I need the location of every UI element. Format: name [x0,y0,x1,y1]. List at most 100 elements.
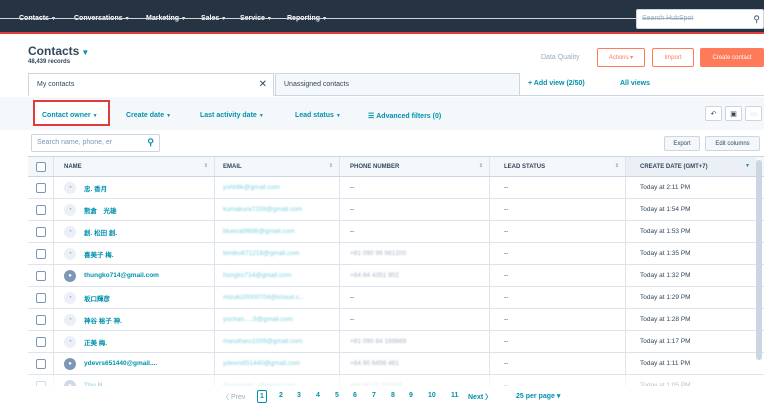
undo-icon[interactable]: ↶ [705,106,722,121]
lead-status-cell[interactable]: -- [490,265,626,286]
table-scrollbar[interactable] [756,160,762,360]
last-activity-filter[interactable]: Last activity date ▼ [200,112,264,119]
create-date-filter[interactable]: Create date ▼ [126,112,171,119]
copy-icon[interactable]: ▣ [725,106,742,121]
row-checkbox[interactable] [35,204,46,215]
phone-cell[interactable]: +81 090 84 169869 [340,331,490,352]
page-7[interactable]: 7 [372,392,376,399]
header-lead-status[interactable]: LEAD STATUS ⇕ [490,157,626,176]
name-cell[interactable]: ◔ 忠. 香月 [54,177,215,198]
table-search-input[interactable]: Search name, phone, er ⚲ [31,134,160,152]
row-checkbox[interactable] [35,182,46,193]
row-checkbox[interactable] [35,336,46,347]
phone-cell[interactable]: -- [340,287,490,308]
phone-cell[interactable]: +84 90 6456 461 [340,353,490,374]
page-1[interactable]: 1 [257,390,267,403]
contact-name-link[interactable]: 忠. 香月 [84,183,107,193]
page-3[interactable]: 3 [297,392,301,399]
search-icon[interactable]: ⚲ [147,137,154,148]
contact-name-link[interactable]: thungko714@gmail.com [84,272,159,279]
contact-name-link[interactable]: 創. 松田 創. [84,227,117,237]
table-row[interactable]: ◔ 熊倉 光雄 kumakura7259@gmail.com -- -- Today at… [28,199,764,221]
lead-status-cell[interactable]: -- [490,243,626,264]
email-cell[interactable]: kumakura7259@gmail.com [215,199,340,220]
phone-cell[interactable]: +81 090 96 981200 [340,243,490,264]
email-cell[interactable]: bluecat9686@gmail.com [215,221,340,242]
lead-status-cell[interactable]: -- [490,353,626,374]
page-4[interactable]: 4 [316,392,320,399]
save-icon[interactable]: ▭ [745,106,762,121]
name-cell[interactable]: ◔ 神谷 裕子 神. [54,309,215,330]
header-create-date[interactable]: CREATE DATE (GMT+7) ▼ [626,157,756,176]
header-name[interactable]: NAME ⇕ [54,157,215,176]
contact-name-link[interactable]: ydevrs651440@gmail.... [84,360,157,367]
advanced-filters-button[interactable]: ☰ Advanced filters (0) [368,112,441,120]
email-cell[interactable]: kimiko671218@gmail.com [215,243,340,264]
contact-name-link[interactable]: 坂口輝彦 [84,293,110,303]
phone-cell[interactable]: -- [340,199,490,220]
email-cell[interactable]: masaharu1009@gmail.com [215,331,340,352]
table-row[interactable]: ● Thu N. thunguyen...@gmail.com +84 90 22 1… [28,375,764,386]
header-phone[interactable]: PHONE NUMBER ⇕ [340,157,490,176]
row-checkbox[interactable] [35,292,46,303]
data-quality-link[interactable]: Data Quality [541,54,580,61]
lead-status-cell[interactable]: -- [490,375,626,386]
lead-status-cell[interactable]: -- [490,221,626,242]
page-8[interactable]: 8 [391,392,395,399]
actions-button[interactable]: Actions ▾ [597,48,645,67]
lead-status-cell[interactable]: -- [490,309,626,330]
email-cell[interactable]: hungko714@gmail.com [215,265,340,286]
add-view-button[interactable]: + Add view (2/50) [528,80,585,87]
row-checkbox[interactable] [35,358,46,369]
tab-unassigned-contacts[interactable]: Unassigned contacts [275,73,520,96]
lead-status-cell[interactable]: -- [490,177,626,198]
row-checkbox[interactable] [35,248,46,259]
page-5[interactable]: 5 [335,392,339,399]
table-row[interactable]: ◔ 喜美子 梅. kimiko671218@gmail.com +81 090 96 … [28,243,764,265]
phone-cell[interactable]: -- [340,177,490,198]
export-button[interactable]: Export [664,136,700,151]
contact-name-link[interactable]: 正美 梅. [84,337,107,347]
lead-status-cell[interactable]: -- [490,199,626,220]
contact-name-link[interactable]: 神谷 裕子 神. [84,315,122,325]
table-row[interactable]: ● ydevrs651440@gmail.... ydevrs651440@gmai… [28,353,764,375]
table-row[interactable]: ◔ 忠. 香月 yshh8k@gmail.com -- -- Today at 2:11 … [28,177,764,199]
page-2[interactable]: 2 [279,392,283,399]
contact-owner-filter[interactable]: Contact owner ▼ [42,112,98,119]
name-cell[interactable]: ◔ 正美 梅. [54,331,215,352]
email-cell[interactable]: yuchan.....5@gmail.com [215,309,340,330]
create-contact-button[interactable]: Create contact [700,48,764,67]
row-checkbox[interactable] [35,226,46,237]
close-icon[interactable]: ✕ [259,79,267,90]
name-cell[interactable]: ● Thu N. [54,375,215,386]
contact-name-link[interactable]: 熊倉 光雄 [84,205,117,215]
table-row[interactable]: ◔ 坂口輝彦 mizuki20000704@icloud.c... -- -- Today… [28,287,764,309]
select-all-checkbox[interactable] [35,161,46,172]
contact-name-link[interactable]: 喜美子 梅. [84,249,114,259]
global-search-input[interactable]: Search HubSpot ⚲ [636,9,764,29]
row-checkbox[interactable] [35,314,46,325]
name-cell[interactable]: ◔ 喜美子 梅. [54,243,215,264]
page-9[interactable]: 9 [409,392,413,399]
lead-status-cell[interactable]: -- [490,287,626,308]
page-10[interactable]: 10 [428,392,436,399]
per-page-select[interactable]: 25 per page ▾ [516,392,560,400]
row-checkbox[interactable] [35,380,46,386]
prev-page-button[interactable]: 〈 Prev [222,392,245,402]
name-cell[interactable]: ◔ 創. 松田 創. [54,221,215,242]
tab-my-contacts[interactable]: My contacts ✕ [28,73,274,96]
name-cell[interactable]: ● ydevrs651440@gmail.... [54,353,215,374]
phone-cell[interactable]: +84 90 22 151841 [340,375,490,386]
name-cell[interactable]: ● thungko714@gmail.com [54,265,215,286]
name-cell[interactable]: ◔ 坂口輝彦 [54,287,215,308]
page-title[interactable]: Contacts ▼ [28,44,89,58]
email-cell[interactable]: mizuki20000704@icloud.c... [215,287,340,308]
email-cell[interactable]: ydevrs651440@gmail.com [215,353,340,374]
header-email[interactable]: EMAIL ⇕ [215,157,340,176]
page-6[interactable]: 6 [353,392,357,399]
name-cell[interactable]: ◔ 熊倉 光雄 [54,199,215,220]
table-row[interactable]: ◔ 神谷 裕子 神. yuchan.....5@gmail.com -- -- Today… [28,309,764,331]
table-row[interactable]: ● thungko714@gmail.com hungko714@gmail.com… [28,265,764,287]
search-icon[interactable]: ⚲ [753,14,760,25]
import-button[interactable]: Import [652,48,694,67]
